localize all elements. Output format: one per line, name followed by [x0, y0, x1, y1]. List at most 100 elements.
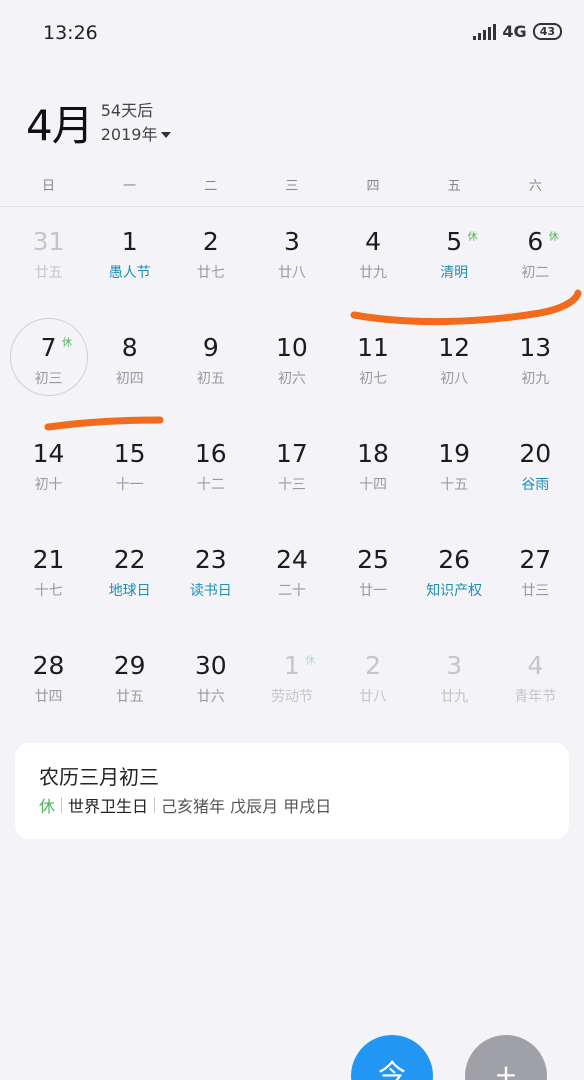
day-cell[interactable]: 17 十三	[251, 430, 332, 510]
day-cell[interactable]: 8 初四	[89, 324, 170, 404]
lunar-day-label: 十二	[196, 477, 225, 493]
day-cell[interactable]: 9 初五	[170, 324, 251, 404]
lunar-day-label: 十七	[34, 583, 63, 599]
day-cell[interactable]: 25 廿一	[333, 536, 414, 616]
festival-label: 清明	[440, 265, 469, 281]
weekday-label: 一	[123, 179, 137, 194]
network-indicator: 4G	[502, 22, 526, 41]
day-cell[interactable]: 1 愚人节	[89, 218, 170, 298]
day-info-line: 休 世界卫生日 己亥猪年 戊辰月 甲戌日	[39, 793, 545, 817]
day-cell[interactable]: 22 地球日	[89, 536, 170, 616]
day-cell-selected[interactable]: 7 休初三	[8, 318, 89, 404]
day-number: 16	[194, 439, 227, 468]
today-icon: 今	[377, 1058, 406, 1080]
day-cell[interactable]: 5 休清明	[414, 218, 495, 298]
day-info-card[interactable]: 农历三月初三 休 世界卫生日 己亥猪年 戊辰月 甲戌日	[15, 743, 569, 839]
day-cell[interactable]: 2 廿七	[170, 218, 251, 298]
day-cell[interactable]: 31 廿五	[8, 218, 89, 298]
day-number: 4	[527, 651, 544, 680]
day-number: 11	[357, 333, 389, 362]
add-event-button[interactable]: +	[465, 1035, 547, 1080]
day-number: 25	[357, 545, 389, 574]
holiday-badge: 休	[62, 338, 72, 349]
lunar-day-label: 廿八	[359, 689, 388, 705]
calendar-week-row: 28 廿四 29 廿五 30 廿六 1 休劳动节 2 廿八 3 廿九 4 青年节	[8, 642, 576, 748]
day-number: 28	[32, 651, 65, 680]
day-number: 4	[365, 227, 382, 256]
lunar-day-label: 初五	[196, 371, 225, 387]
calendar-week-row: 7 休初三 8 初四 9 初五 10 初六 11 初七 12 初八 13 初九	[8, 318, 576, 430]
weekday-label: 日	[42, 179, 56, 194]
day-cell[interactable]: 19 十五	[414, 430, 495, 510]
festival-label: 愚人节	[108, 265, 151, 281]
signal-icon	[473, 23, 497, 40]
day-cell[interactable]: 4 廿九	[333, 218, 414, 298]
day-cell[interactable]: 14 初十	[8, 430, 89, 510]
day-cell[interactable]: 10 初六	[251, 324, 332, 404]
day-cell[interactable]: 6 休初二	[495, 218, 576, 298]
weekday-label: 四	[366, 179, 380, 194]
calendar-week-row: 14 初十 15 十一 16 十二 17 十三 18 十四 19 十五 20 谷雨	[8, 430, 576, 536]
status-bar: 13:26 4G 43	[0, 0, 584, 70]
day-cell[interactable]: 20 谷雨	[495, 430, 576, 510]
festival-label: 谷雨	[521, 477, 550, 493]
calendar-week-row: 21 十七 22 地球日 23 读书日 24 二十 25 廿一 26 知识产权 27 廿三	[8, 536, 576, 642]
day-number: 9	[202, 333, 219, 362]
festival-label: 地球日	[108, 583, 151, 599]
day-number: 17	[276, 439, 308, 468]
month-header: 4月 54天后 2019年	[26, 92, 172, 153]
network-type: 4G	[502, 22, 527, 41]
status-icons: 4G 43	[473, 22, 562, 41]
day-cell[interactable]: 21 十七	[8, 536, 89, 616]
lunar-day-label: 十三	[277, 477, 306, 493]
header-divider	[0, 206, 584, 207]
days-until-label: 54天后	[100, 100, 154, 120]
day-cell[interactable]: 4 青年节	[495, 642, 576, 722]
day-cell[interactable]: 11 初七	[333, 324, 414, 404]
day-cell[interactable]: 12 初八	[414, 324, 495, 404]
year-label: 2019年	[100, 124, 158, 144]
lunar-day-label: 廿四	[34, 689, 63, 705]
day-cell[interactable]: 30 廿六	[170, 642, 251, 722]
lunar-day-label: 十四	[359, 477, 388, 493]
lunar-day-label: 初七	[359, 371, 388, 387]
day-number: 6	[527, 227, 544, 256]
weekday-label: 五	[447, 179, 461, 194]
day-cell[interactable]: 16 十二	[170, 430, 251, 510]
holiday-badge: 休	[305, 656, 316, 667]
day-number: 26	[438, 545, 471, 574]
year-selector[interactable]: 2019年	[101, 123, 172, 147]
lunar-day-label: 初三	[34, 371, 63, 387]
lunar-day-label: 廿九	[359, 265, 388, 281]
day-cell[interactable]: 3 廿八	[251, 218, 332, 298]
month-title: 4月	[26, 101, 94, 150]
day-cell[interactable]: 28 廿四	[8, 642, 89, 722]
day-cell[interactable]: 18 十四	[333, 430, 414, 510]
day-cell[interactable]: 2 廿八	[333, 642, 414, 722]
day-cell[interactable]: 26 知识产权	[414, 536, 495, 616]
day-cell[interactable]: 13 初九	[495, 324, 576, 404]
separator	[154, 797, 156, 813]
day-number: 29	[113, 651, 146, 680]
day-number: 19	[438, 439, 471, 468]
battery-level: 43	[539, 25, 555, 38]
festival-label: 读书日	[189, 583, 232, 599]
day-cell[interactable]: 1 休劳动节	[251, 642, 332, 722]
day-number: 15	[113, 439, 146, 468]
day-cell[interactable]: 3 廿九	[414, 642, 495, 722]
day-number: 18	[357, 439, 389, 468]
day-cell[interactable]: 15 十一	[89, 430, 170, 510]
today-button[interactable]: 今	[351, 1035, 433, 1080]
day-number: 2	[202, 227, 219, 256]
day-number: 23	[194, 545, 227, 574]
month-subinfo: 54天后 2019年	[101, 99, 172, 147]
day-cell[interactable]: 27 廿三	[495, 536, 576, 616]
day-cell[interactable]: 23 读书日	[170, 536, 251, 616]
weekday-label: 三	[285, 179, 299, 194]
day-number: 3	[283, 227, 300, 256]
day-cell[interactable]: 24 二十	[251, 536, 332, 616]
day-number: 21	[32, 545, 65, 574]
day-number: 7	[40, 333, 57, 362]
day-cell[interactable]: 29 廿五	[89, 642, 170, 722]
lunar-day-label: 劳动节	[270, 689, 313, 705]
